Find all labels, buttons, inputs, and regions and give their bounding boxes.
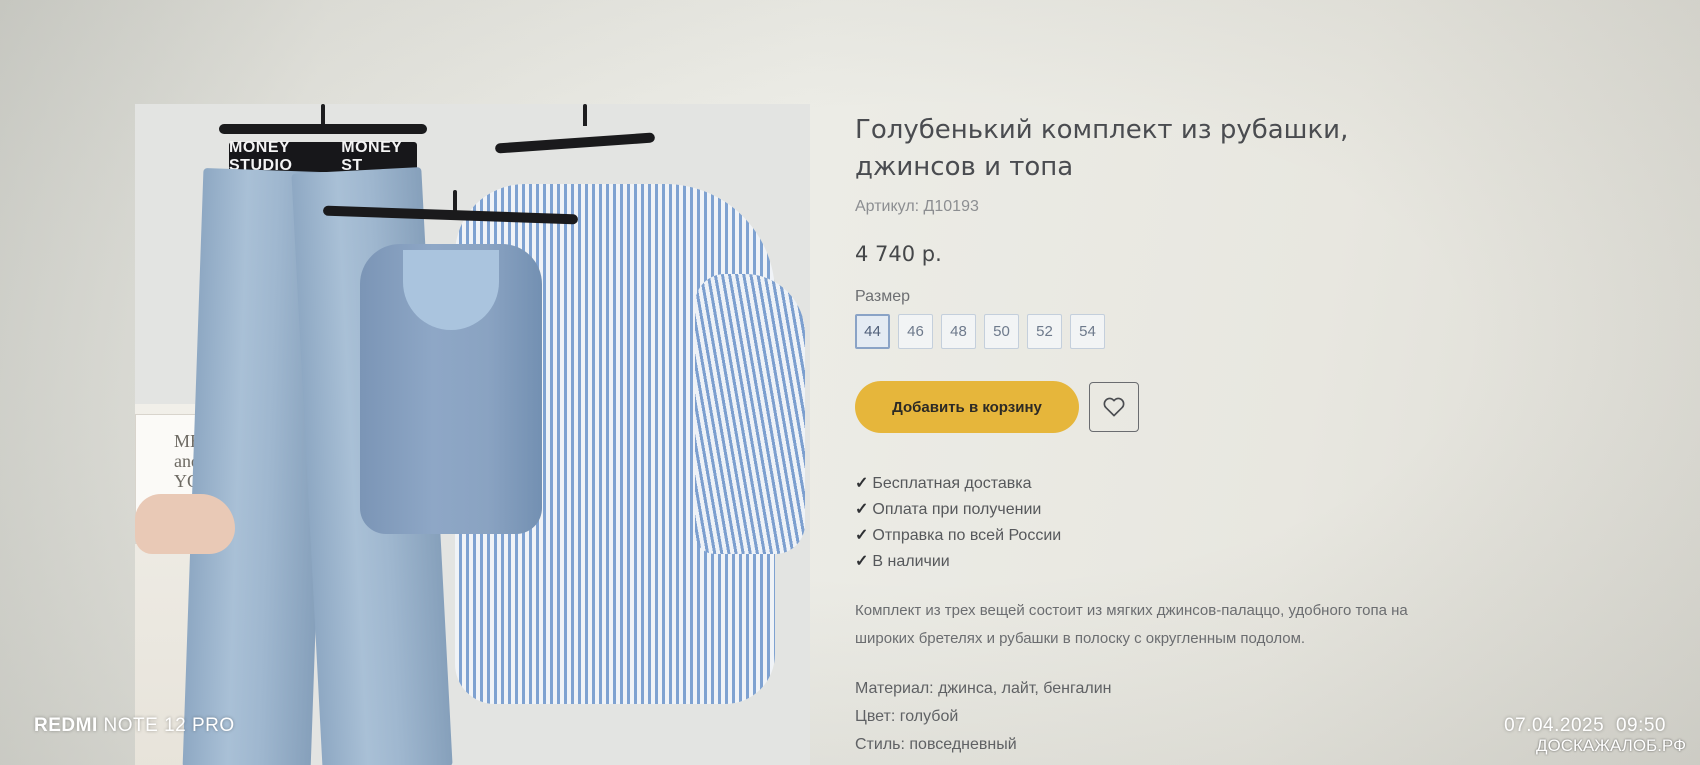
size-option-44[interactable]: 44 bbox=[855, 314, 890, 349]
heart-icon bbox=[1103, 397, 1125, 417]
jeans-hanger-bar bbox=[219, 124, 427, 134]
check-icon: ✓ bbox=[855, 553, 869, 570]
size-option-48[interactable]: 48 bbox=[941, 314, 976, 349]
product-description: Комплект из трех вещей состоит из мягких… bbox=[855, 602, 1408, 647]
product-color: Цвет: голубой bbox=[855, 708, 959, 725]
feature-item: ✓ Оплата при получении bbox=[855, 497, 1475, 523]
size-option-50[interactable]: 50 bbox=[984, 314, 1019, 349]
striped-shirt-sleeve bbox=[695, 274, 805, 554]
size-label: Размер bbox=[855, 288, 910, 305]
feature-text: Отправка по всей России bbox=[872, 527, 1062, 544]
jeans-waistband: MONEY STUDIO MONEY ST bbox=[229, 139, 417, 174]
product-title: Голубенький комплект из рубашки, джинсов… bbox=[855, 115, 1349, 182]
favorite-button[interactable] bbox=[1089, 382, 1139, 432]
check-icon: ✓ bbox=[855, 527, 869, 544]
shirt-hanger-bar bbox=[494, 132, 656, 154]
product-material: Материал: джинса, лайт, бенгалин bbox=[855, 680, 1112, 697]
shirt-hanger-hook bbox=[583, 104, 587, 126]
feature-text: Бесплатная доставка bbox=[872, 475, 1032, 492]
check-icon: ✓ bbox=[855, 501, 869, 518]
camera-model-label: REDMI NOTE 12 PRO bbox=[34, 715, 235, 737]
hand bbox=[135, 494, 235, 554]
watermark: ДОСКАЖАЛОБ.РФ bbox=[1536, 736, 1686, 755]
product-price: 4 740 р. bbox=[855, 242, 942, 266]
size-selector: 44 46 48 50 52 54 bbox=[855, 314, 1475, 349]
feature-text: В наличии bbox=[872, 553, 950, 570]
feature-text: Оплата при получении bbox=[872, 501, 1042, 518]
camera-time: 09:50 bbox=[1615, 715, 1666, 736]
features-list: ✓ Бесплатная доставка ✓ Оплата при получен… bbox=[855, 471, 1475, 575]
camera-date: 07.04.2025 bbox=[1504, 715, 1605, 736]
size-option-54[interactable]: 54 bbox=[1070, 314, 1105, 349]
check-icon: ✓ bbox=[855, 475, 869, 492]
add-to-cart-button[interactable]: Добавить в корзину bbox=[855, 381, 1079, 433]
feature-item: ✓ В наличии bbox=[855, 549, 1475, 575]
product-photo: ME and YOU MONEY STUDIO MONEY ST bbox=[135, 104, 810, 765]
product-info: Голубенький комплект из рубашки, джинсов… bbox=[855, 112, 1475, 759]
size-option-52[interactable]: 52 bbox=[1027, 314, 1062, 349]
product-article: Артикул: Д10193 bbox=[855, 198, 979, 215]
camera-model: NOTE 12 PRO bbox=[103, 715, 235, 736]
product-style: Стиль: повседневный bbox=[855, 736, 1017, 753]
product-attributes: Материал: джинса, лайт, бенгалин Цвет: г… bbox=[855, 675, 1475, 759]
camera-brand: REDMI bbox=[34, 715, 98, 736]
jeans-hanger-hook bbox=[321, 104, 325, 126]
feature-item: ✓ Отправка по всей России bbox=[855, 523, 1475, 549]
product-actions: Добавить в корзину bbox=[855, 381, 1475, 433]
camera-datetime: 07.04.2025 09:50 bbox=[1504, 715, 1666, 737]
feature-item: ✓ Бесплатная доставка bbox=[855, 471, 1475, 497]
top-hanger-hook bbox=[453, 190, 457, 212]
size-option-46[interactable]: 46 bbox=[898, 314, 933, 349]
